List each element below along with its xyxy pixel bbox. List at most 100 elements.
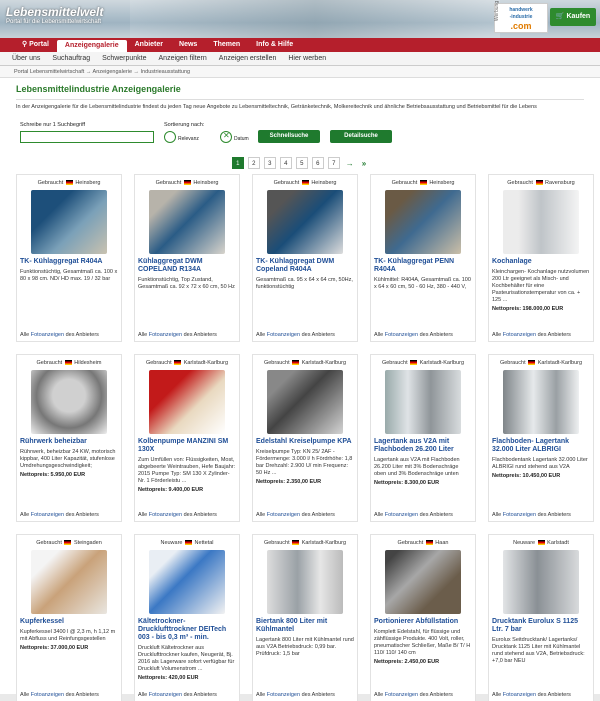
page-4[interactable]: 4: [279, 157, 292, 169]
listing-title[interactable]: Drucktank Eurolux S 1125 Ltr. 7 bar: [492, 618, 590, 634]
listing-photo[interactable]: [31, 370, 107, 434]
listing-card[interactable]: Gebraucht Heinsberg TK- Kühlaggregat PEN…: [370, 174, 476, 342]
provider-photos-link[interactable]: Fotoanzeigen: [267, 512, 300, 518]
nav-news[interactable]: News: [171, 38, 205, 52]
subnav-anzeigen-erstellen[interactable]: Anzeigen erstellen: [213, 52, 283, 65]
listing-card[interactable]: Gebraucht Steingaden Kupferkessel Kupfer…: [16, 534, 122, 701]
listing-title[interactable]: Kolbenpumpe MANZINI SM 130X: [138, 438, 236, 454]
listing-photo[interactable]: [267, 190, 343, 254]
nav-anbieter[interactable]: Anbieter: [127, 38, 171, 52]
provider-photos-link[interactable]: Fotoanzeigen: [149, 692, 182, 698]
listing-title[interactable]: Kühlaggregat DWM COPELAND R134A: [138, 258, 236, 274]
listing-title[interactable]: Edelstahl Kreiselpumpe KPA: [256, 438, 354, 446]
listing-title[interactable]: Kältetrockner- Drucklufttrockner DEITech…: [138, 618, 236, 642]
provider-photos-link[interactable]: Fotoanzeigen: [385, 332, 418, 338]
footer-prefix: Alle: [374, 512, 384, 518]
listing-photo[interactable]: [385, 550, 461, 614]
provider-photos-link[interactable]: Fotoanzeigen: [503, 692, 536, 698]
listing-card[interactable]: Neuware Karlstadt Drucktank Eurolux S 11…: [488, 534, 594, 701]
listing-meta: Gebraucht Haan: [374, 538, 472, 548]
listing-card[interactable]: Gebraucht Ravensburg Kochanlage Kleincha…: [488, 174, 594, 342]
listing-card[interactable]: Gebraucht Karlstadt-Karlburg Edelstahl K…: [252, 354, 358, 522]
listing-location: Karlstadt-Karlburg: [419, 360, 465, 366]
search-input[interactable]: [20, 131, 154, 143]
listing-description: Kleinchargen- Kochanlage nutzvolumen 200…: [492, 269, 590, 303]
nav-themen[interactable]: Themen: [205, 38, 248, 52]
page-5[interactable]: 5: [295, 157, 308, 169]
listing-title[interactable]: Kupferkessel: [20, 618, 118, 626]
listing-photo[interactable]: [149, 190, 225, 254]
listing-card[interactable]: Gebraucht Karlstadt-Karlburg Biertank 80…: [252, 534, 358, 701]
listing-title[interactable]: Portionierer Abfüllstation: [374, 618, 472, 626]
page-6[interactable]: 6: [311, 157, 324, 169]
provider-photos-link[interactable]: Fotoanzeigen: [149, 332, 182, 338]
listing-photo[interactable]: [503, 370, 579, 434]
sort-datum-radio[interactable]: [220, 131, 232, 143]
listing-photo[interactable]: [149, 370, 225, 434]
footer-suffix: des Anbieters: [183, 692, 217, 698]
last-page-icon[interactable]: »: [360, 159, 368, 168]
sort-datum-label: Datum: [234, 136, 249, 142]
listing-photo[interactable]: [149, 550, 225, 614]
ad-banner[interactable]: Werbung handwerk -industrie .com: [494, 1, 548, 33]
listing-title[interactable]: Kochanlage: [492, 258, 590, 266]
sort-relevanz-radio[interactable]: [164, 131, 176, 143]
listing-card[interactable]: Gebraucht Heinsberg TK- Kühlaggregat R40…: [16, 174, 122, 342]
listing-photo[interactable]: [31, 190, 107, 254]
listing-card[interactable]: Gebraucht Haan Portionierer Abfüllstatio…: [370, 534, 476, 701]
nav-portal[interactable]: ⚲ Portal: [14, 38, 57, 52]
nav-info-hilfe[interactable]: Info & Hilfe: [248, 38, 301, 52]
listing-photo[interactable]: [267, 370, 343, 434]
provider-photos-link[interactable]: Fotoanzeigen: [267, 692, 300, 698]
listing-card[interactable]: Gebraucht Karlstadt-Karlburg Lagertank a…: [370, 354, 476, 522]
next-page-icon[interactable]: →: [344, 159, 356, 168]
listing-condition: Gebraucht: [499, 360, 526, 366]
listing-card[interactable]: Gebraucht Heinsberg TK- Kühlaggregat DWM…: [252, 174, 358, 342]
site-logo[interactable]: Lebensmittelwelt Portal für die Lebensmi…: [6, 5, 103, 25]
listing-card[interactable]: Gebraucht Karlstadt-Karlburg Kolbenpumpe…: [134, 354, 240, 522]
listing-condition: Gebraucht: [263, 360, 290, 366]
provider-photos-link[interactable]: Fotoanzeigen: [31, 692, 64, 698]
listing-title[interactable]: TK- Kühlaggregat PENN R404A: [374, 258, 472, 274]
provider-photos-link[interactable]: Fotoanzeigen: [385, 512, 418, 518]
nav-anzeigengalerie[interactable]: Anzeigengalerie: [56, 40, 127, 52]
page-3[interactable]: 3: [263, 157, 276, 169]
provider-photos-link[interactable]: Fotoanzeigen: [267, 332, 300, 338]
provider-photos-link[interactable]: Fotoanzeigen: [149, 512, 182, 518]
listing-photo[interactable]: [31, 550, 107, 614]
subnav-schwerpunkte[interactable]: Schwerpunkte: [96, 52, 152, 65]
listing-card[interactable]: Gebraucht Karlstadt-Karlburg Flachboden-…: [488, 354, 594, 522]
provider-photos-link[interactable]: Fotoanzeigen: [385, 692, 418, 698]
listing-title[interactable]: TK- Kühlaggregat DWM Copeland R404A: [256, 258, 354, 274]
listing-card[interactable]: Neuware Nettetal Kältetrockner- Druckluf…: [134, 534, 240, 701]
quick-search-button[interactable]: Schnellsuche: [258, 130, 320, 143]
listing-photo[interactable]: [503, 190, 579, 254]
listing-description: Druckluft Kältetrockner aus Drucklufttro…: [138, 645, 235, 672]
ad-line-2: -industrie: [509, 14, 533, 20]
listing-card[interactable]: Gebraucht Hildesheim Rührwerk beheizbar …: [16, 354, 122, 522]
provider-photos-link[interactable]: Fotoanzeigen: [31, 512, 64, 518]
provider-photos-link[interactable]: Fotoanzeigen: [31, 332, 64, 338]
listing-title[interactable]: Flachboden- Lagertank 32.000 Liter ALBRI…: [492, 438, 590, 454]
subnav-ueber-uns[interactable]: Über uns: [6, 52, 46, 65]
buy-button[interactable]: 🛒 Kaufen: [550, 8, 596, 26]
provider-photos-link[interactable]: Fotoanzeigen: [503, 332, 536, 338]
listing-title[interactable]: Biertank 800 Liter mit Kühlmantel: [256, 618, 354, 634]
listing-title[interactable]: TK- Kühlaggregat R404A: [20, 258, 118, 266]
listing-photo[interactable]: [503, 550, 579, 614]
listing-title[interactable]: Rührwerk beheizbar: [20, 438, 118, 446]
page-2[interactable]: 2: [247, 157, 260, 169]
listing-photo[interactable]: [267, 550, 343, 614]
subnav-suchauftrag[interactable]: Suchauftrag: [46, 52, 96, 65]
listing-card[interactable]: Gebraucht Heinsberg Kühlaggregat DWM COP…: [134, 174, 240, 342]
subnav-hier-werben[interactable]: Hier werben: [282, 52, 332, 65]
page-7[interactable]: 7: [327, 157, 340, 169]
provider-photos-link[interactable]: Fotoanzeigen: [503, 512, 536, 518]
listing-title[interactable]: Lagertank aus V2A mit Flachboden 26.200 …: [374, 438, 472, 454]
subnav-anzeigen-filtern[interactable]: Anzeigen filtern: [153, 52, 213, 65]
listing-location: Heinsberg: [311, 180, 337, 186]
listing-photo[interactable]: [385, 370, 461, 434]
detail-search-button[interactable]: Detailsuche: [330, 130, 392, 143]
listing-photo[interactable]: [385, 190, 461, 254]
page-1[interactable]: 1: [231, 157, 244, 169]
